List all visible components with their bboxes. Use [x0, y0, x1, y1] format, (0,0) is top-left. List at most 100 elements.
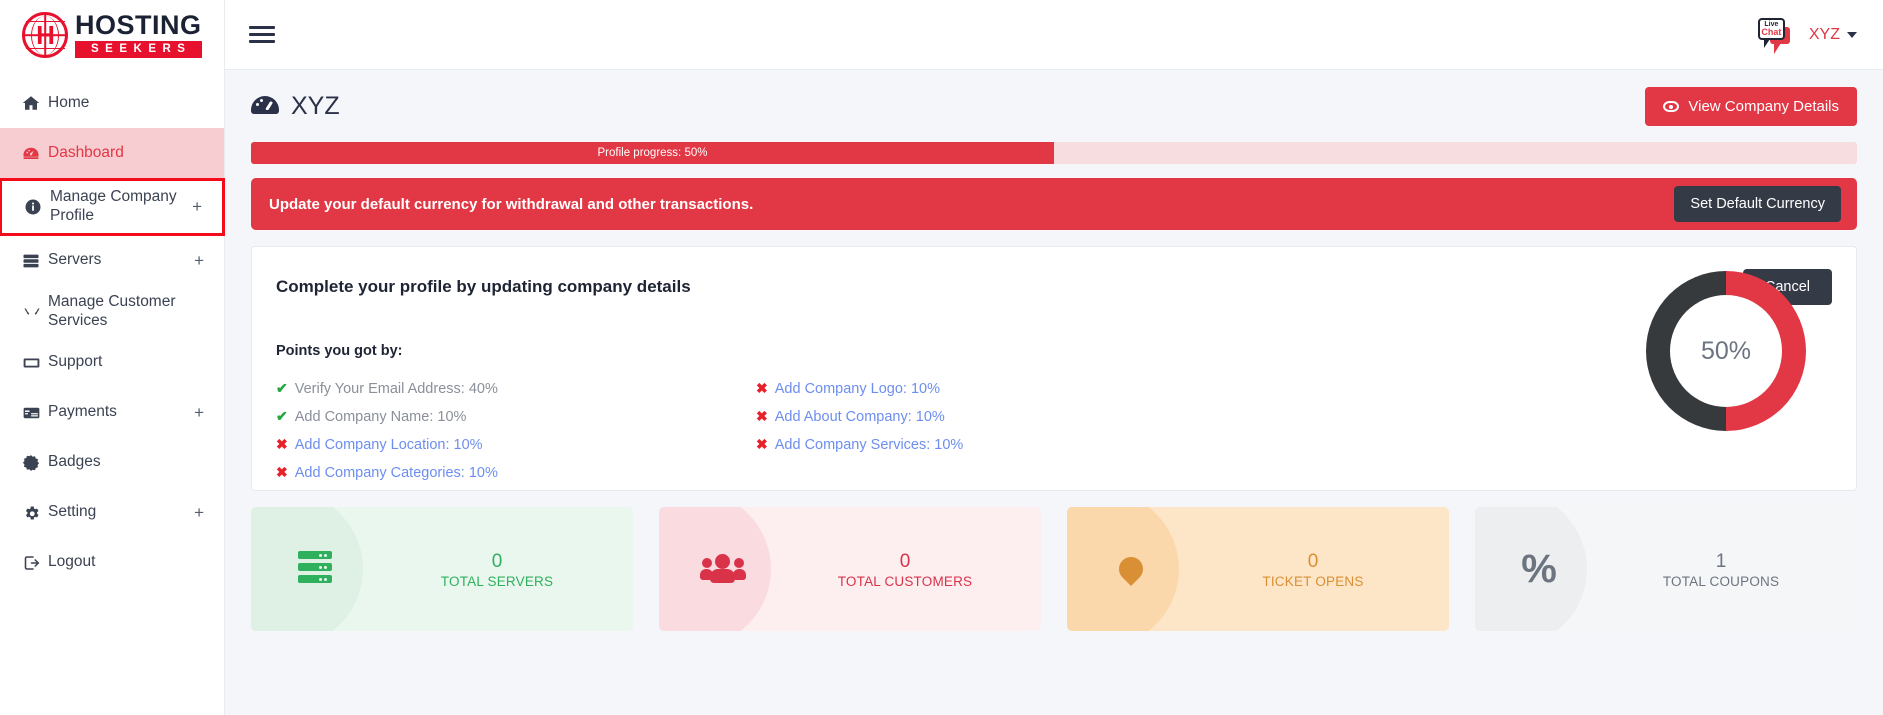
profile-point-label: Add Company Categories: 10%	[294, 465, 498, 482]
stat-card-body: 0 TOTAL SERVERS	[379, 549, 633, 590]
main-content: XYZ View Company Details Profile progres…	[225, 70, 1883, 715]
profile-progress-fill: Profile progress: 50%	[251, 142, 1054, 164]
badge-icon	[22, 454, 48, 472]
sidebar-item-badges[interactable]: Badges	[0, 438, 224, 488]
cross-icon: ✖	[276, 464, 288, 481]
chevron-down-icon	[1847, 31, 1857, 38]
profile-point-label: Add Company Name: 10%	[294, 409, 467, 426]
view-company-details-button[interactable]: View Company Details	[1645, 86, 1857, 126]
stat-card-icon	[659, 554, 787, 584]
check-icon: ✔	[276, 408, 288, 425]
stat-card-icon	[1067, 552, 1195, 586]
stat-card-value: 0	[491, 550, 503, 572]
user-menu[interactable]: XYZ	[1809, 26, 1857, 44]
map-pin-icon	[1114, 552, 1148, 586]
profile-progress-bar: Profile progress: 50%	[251, 142, 1857, 164]
logout-icon	[22, 554, 48, 572]
stat-card-ticket-opens[interactable]: 0 TICKET OPENS	[1067, 507, 1449, 631]
profile-card-title: Complete your profile by updating compan…	[276, 277, 691, 296]
sidebar-item-dashboard[interactable]: Dashboard	[0, 128, 224, 178]
cross-icon: ✖	[756, 436, 768, 453]
profile-point-label: Add Company Logo: 10%	[774, 381, 940, 397]
sidebar-item-logout[interactable]: Logout	[0, 538, 224, 588]
home-icon	[22, 94, 48, 112]
hamburger-icon[interactable]	[249, 22, 275, 47]
sidebar-item-expand-icon[interactable]: +	[188, 504, 204, 521]
stat-card-label: TOTAL COUPONS	[1662, 574, 1780, 590]
stat-card-value: 1	[1715, 550, 1727, 572]
sidebar-item-home[interactable]: Home	[0, 78, 224, 128]
stat-card-icon: %	[1475, 549, 1603, 589]
profile-point-incomplete[interactable]: ✖ Add Company Logo: 10%	[756, 375, 1426, 403]
profile-point-label: Add About Company: 10%	[774, 409, 945, 426]
profile-point-incomplete[interactable]: ✖ Add Company Location: 10%	[276, 431, 756, 459]
profile-point-complete: ✔ Add Company Name: 10%	[276, 403, 756, 431]
cross-icon: ✖	[756, 408, 768, 425]
donut-center-label: 50%	[1670, 295, 1782, 407]
profile-completion-donut-chart: 50%	[1646, 271, 1806, 431]
check-icon: ✔	[276, 380, 288, 396]
dashboard-icon	[251, 95, 279, 117]
logo-letter: H	[36, 20, 55, 50]
sidebar-item-label: Servers	[48, 251, 102, 269]
sidebar-item-label: Manage Customer Services	[48, 292, 176, 329]
hosting-seekers-globe-icon: H	[22, 12, 68, 58]
topbar: Live Chat XYZ	[225, 0, 1883, 70]
sidebar-item-servers[interactable]: Servers +	[0, 236, 224, 286]
sidebar-item-setting[interactable]: Setting +	[0, 488, 224, 538]
stat-cards: 0 TOTAL SERVERS 0 TOTAL CUSTOMERS 0 TICKET OP…	[251, 507, 1857, 631]
sidebar-item-label: Logout	[48, 553, 96, 571]
view-company-details-label: View Company Details	[1688, 97, 1839, 115]
sidebar-item-expand-icon[interactable]: +	[186, 198, 202, 215]
profile-card-header: Complete your profile by updating compan…	[276, 269, 1832, 305]
profile-point-incomplete[interactable]: ✖ Add Company Categories: 10%	[276, 459, 756, 487]
sidebar-item-label: Dashboard	[48, 143, 124, 161]
stat-card-value: 0	[1307, 550, 1319, 572]
set-default-currency-button[interactable]: Set Default Currency	[1674, 186, 1841, 222]
sidebar-item-expand-icon[interactable]: +	[188, 252, 204, 269]
stat-card-body: 0 TOTAL CUSTOMERS	[787, 549, 1041, 590]
stat-card-total-customers[interactable]: 0 TOTAL CUSTOMERS	[659, 507, 1041, 631]
profile-point-incomplete[interactable]: ✖ Add Company Services: 10%	[756, 431, 1426, 459]
sidebar-item-support[interactable]: Support	[0, 338, 224, 388]
sidebar-item-label: Support	[48, 353, 103, 371]
dashboard-icon	[22, 144, 48, 162]
credit-card-icon	[22, 404, 48, 422]
logo-text-hosting: HOSTING	[75, 10, 202, 41]
stat-card-total-coupons[interactable]: % 1 TOTAL COUPONS	[1475, 507, 1857, 631]
sidebar-item-manage-company-profile[interactable]: Manage Company Profile +	[0, 178, 225, 236]
live-chat-line2: Chat	[1761, 26, 1782, 37]
stat-card-total-servers[interactable]: 0 TOTAL SERVERS	[251, 507, 633, 631]
sidebar: H HOSTING SEEKERS Home Dashboard Manage Co…	[0, 0, 225, 715]
stat-card-body: 0 TICKET OPENS	[1195, 549, 1449, 590]
percent-icon: %	[1521, 547, 1557, 591]
points-label: Points you got by:	[276, 343, 403, 359]
sidebar-item-label: Setting	[48, 503, 97, 521]
profile-point-label: Add Company Services: 10%	[774, 437, 964, 454]
sidebar-item-payments[interactable]: Payments +	[0, 388, 224, 438]
currency-alert-banner: Update your default currency for withdra…	[251, 178, 1857, 230]
currency-alert-message: Update your default currency for withdra…	[269, 195, 754, 213]
brand-logo[interactable]: H HOSTING SEEKERS	[0, 0, 224, 70]
stat-card-icon	[251, 551, 379, 587]
server-icon	[22, 252, 48, 270]
page-header: XYZ View Company Details	[251, 70, 1857, 142]
stat-card-body: 1 TOTAL COUPONS	[1603, 549, 1857, 590]
cross-icon: ✖	[276, 436, 288, 453]
live-chat-icon[interactable]: Live Chat	[1755, 15, 1795, 55]
hands-icon	[22, 303, 48, 321]
topbar-right: Live Chat XYZ	[1755, 15, 1883, 55]
info-circle-icon	[24, 198, 50, 216]
page-title: XYZ	[251, 92, 340, 121]
profile-point-incomplete[interactable]: ✖ Add About Company: 10%	[756, 403, 1426, 431]
points-column-right: ✖ Add Company Logo: 10% ✖ Add About Company…	[756, 375, 1426, 488]
users-icon	[700, 554, 746, 584]
logo-text-seekers: SEEKERS	[75, 41, 202, 58]
sidebar-item-label: Manage Company Profile	[50, 188, 177, 224]
stat-card-label: TICKET OPENS	[1262, 574, 1364, 590]
sidebar-item-expand-icon[interactable]: +	[188, 404, 204, 421]
sidebar-item-manage-customer-services[interactable]: Manage Customer Services	[0, 286, 224, 338]
stat-card-label: TOTAL CUSTOMERS	[837, 574, 973, 590]
profile-point-label: Verify Your Email Address: 40%	[294, 381, 498, 397]
user-menu-label: XYZ	[1808, 25, 1840, 43]
